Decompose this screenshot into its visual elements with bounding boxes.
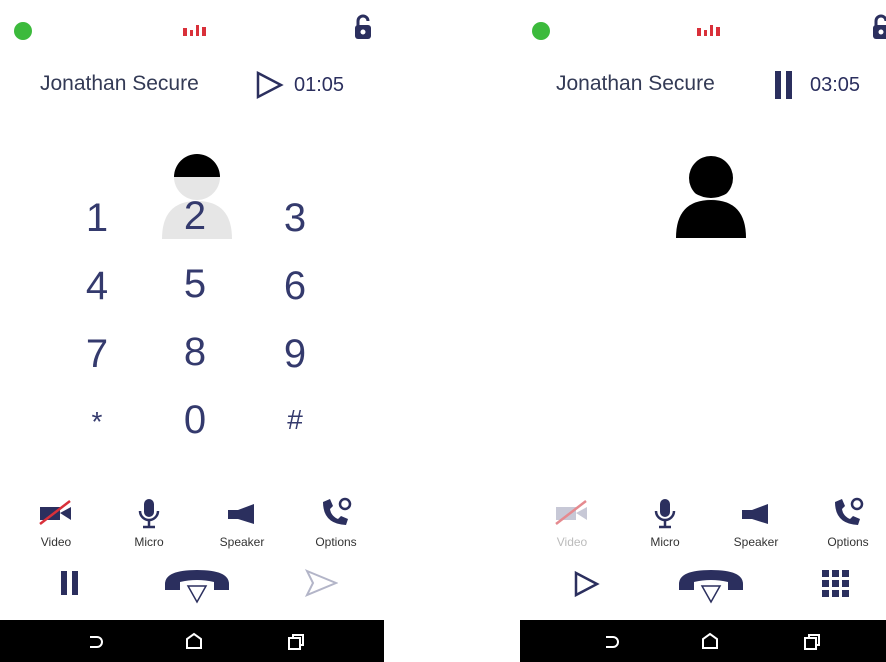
signal-icon: [697, 25, 720, 36]
avatar-icon: [676, 156, 746, 238]
back-icon[interactable]: [600, 632, 620, 652]
keypad-key-4[interactable]: 4: [62, 256, 132, 316]
hangup-icon[interactable]: [162, 564, 232, 604]
back-icon[interactable]: [84, 632, 104, 652]
keypad-key-2[interactable]: 2: [160, 186, 230, 246]
keypad-key-5[interactable]: 5: [160, 254, 230, 314]
status-dot-icon: [14, 22, 32, 40]
options-label: Options: [315, 535, 357, 549]
status-dot-icon: [532, 22, 550, 40]
recents-icon[interactable]: [802, 632, 822, 652]
keypad-key-9[interactable]: 9: [260, 324, 330, 384]
video-off-icon[interactable]: [38, 498, 74, 526]
speaker-label: Speaker: [733, 535, 779, 549]
video-label: Video: [40, 535, 72, 549]
mic-icon[interactable]: [652, 497, 678, 529]
keypad-key-0[interactable]: 0: [160, 390, 230, 450]
home-icon[interactable]: [184, 631, 204, 651]
mic-icon[interactable]: [136, 497, 162, 529]
pause-icon[interactable]: [772, 68, 796, 102]
call-screen-dialpad: Jonathan Secure 01:05 1 2 3 4 5 6 7 8 9 …: [0, 0, 384, 662]
recents-icon[interactable]: [286, 632, 306, 652]
call-timer: 01:05: [294, 74, 345, 96]
keypad-key-1[interactable]: 1: [62, 188, 132, 248]
play-icon[interactable]: [254, 70, 284, 100]
pause-icon[interactable]: [58, 568, 82, 598]
send-icon[interactable]: [304, 568, 338, 598]
video-label: Video: [556, 535, 588, 549]
call-screen-on-hold: Jonathan Secure 03:05 Video Micro Speake…: [520, 0, 886, 662]
lock-icon[interactable]: [354, 14, 372, 40]
keypad-key-hash[interactable]: #: [260, 390, 330, 450]
caller-name: Jonathan Secure: [556, 72, 715, 95]
speaker-label: Speaker: [219, 535, 265, 549]
keypad-key-6[interactable]: 6: [260, 256, 330, 316]
keypad-key-7[interactable]: 7: [62, 324, 132, 384]
speaker-icon[interactable]: [740, 502, 772, 526]
call-options-icon[interactable]: [320, 496, 354, 528]
keypad-key-3[interactable]: 3: [260, 188, 330, 248]
video-off-icon: [555, 500, 587, 525]
lock-icon[interactable]: [872, 14, 886, 40]
home-icon[interactable]: [700, 631, 720, 651]
play-icon[interactable]: [572, 570, 600, 598]
call-options-icon[interactable]: [832, 496, 866, 528]
keypad-key-star[interactable]: *: [62, 392, 132, 452]
call-timer: 03:05: [810, 74, 861, 96]
options-label: Options: [827, 535, 869, 549]
keypad-key-8[interactable]: 8: [160, 322, 230, 382]
caller-name: Jonathan Secure: [40, 72, 199, 95]
keypad-icon[interactable]: [820, 568, 852, 600]
hangup-icon[interactable]: [676, 564, 746, 604]
micro-label: Micro: [134, 535, 164, 549]
speaker-icon[interactable]: [226, 502, 258, 526]
micro-label: Micro: [650, 535, 680, 549]
signal-icon: [183, 25, 206, 36]
